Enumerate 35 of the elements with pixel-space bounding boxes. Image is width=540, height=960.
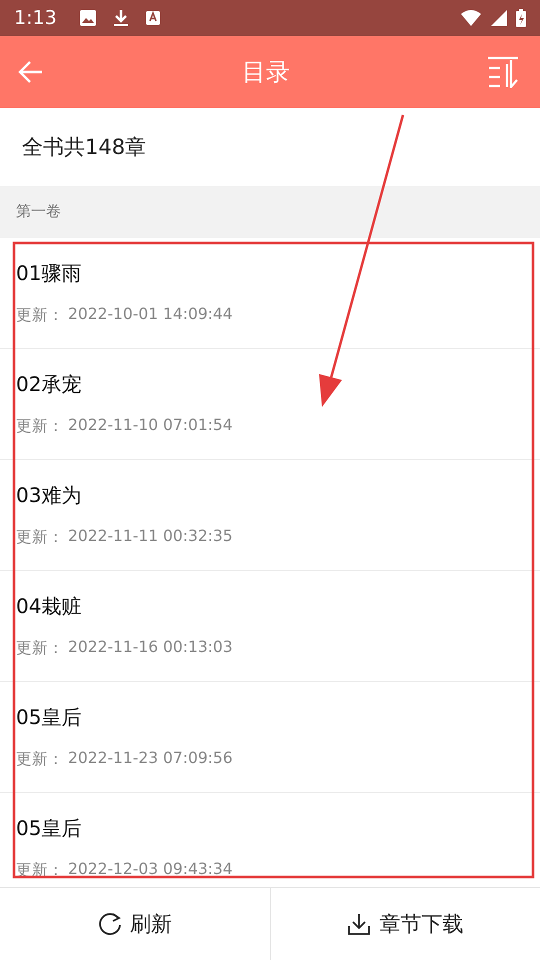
update-time: 2022-11-11 00:32:35 — [68, 526, 233, 547]
battery-icon — [516, 8, 526, 27]
download-icon — [112, 8, 129, 27]
update-label: 更新： — [16, 748, 64, 770]
image-icon — [78, 8, 97, 27]
chapter-item[interactable]: 03难为 更新： 2022-11-11 00:32:35 — [0, 460, 540, 571]
update-time: 2022-10-01 14:09:44 — [68, 304, 233, 325]
chapter-item[interactable]: 05皇后 更新： 2022-11-23 07:09:56 — [0, 682, 540, 793]
wifi-icon — [460, 8, 482, 27]
chapter-count: 全书共148章 — [22, 134, 146, 161]
notification-icon — [144, 8, 161, 27]
back-arrow-icon — [18, 58, 44, 85]
volume-title: 第一卷 — [16, 202, 61, 222]
update-label: 更新： — [16, 638, 64, 659]
page-title: 目录 — [242, 56, 290, 88]
chapter-title: 05皇后 — [16, 814, 82, 842]
status-time: 1:13 — [14, 6, 57, 29]
update-time: 2022-11-23 07:09:56 — [68, 748, 233, 769]
update-time: 2022-11-16 00:13:03 — [68, 638, 233, 658]
update-label: 更新： — [16, 304, 64, 326]
chapter-title: 01骤雨 — [16, 260, 82, 287]
chapter-title: 03难为 — [16, 482, 82, 509]
update-label: 更新： — [16, 416, 64, 437]
update-time: 2022-12-03 09:43:34 — [68, 860, 233, 880]
sort-icon — [488, 56, 520, 88]
chapter-item[interactable]: 01骤雨 更新： 2022-10-01 14:09:44 — [0, 238, 540, 349]
chapter-title: 05皇后 — [16, 704, 82, 731]
download-icon — [347, 912, 372, 936]
refresh-icon — [98, 912, 122, 936]
chapter-title: 04栽赃 — [16, 592, 82, 620]
chapter-title: 02承宠 — [16, 370, 82, 398]
chapter-item[interactable]: 04栽赃 更新： 2022-11-16 00:13:03 — [0, 570, 540, 682]
signal-icon — [490, 8, 508, 27]
update-time: 2022-11-10 07:01:54 — [68, 416, 233, 436]
update-label: 更新： — [16, 526, 64, 548]
